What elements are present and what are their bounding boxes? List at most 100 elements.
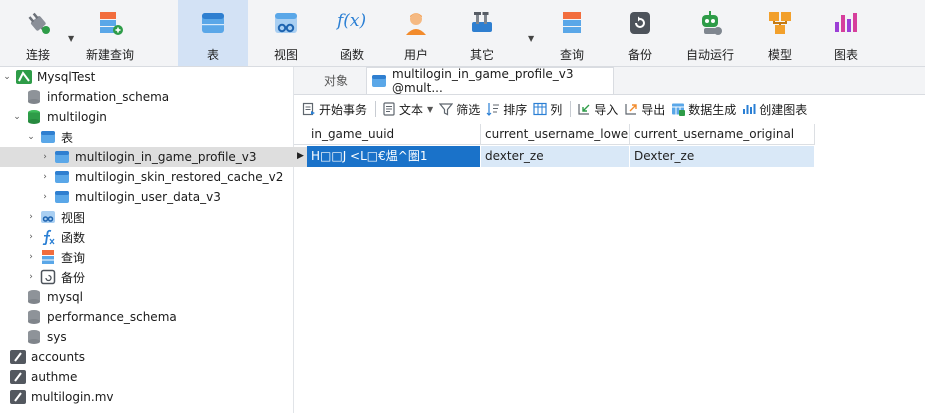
tree-db-performance-schema[interactable]: performance_schema xyxy=(0,307,305,327)
connect-dropdown-caret[interactable]: ▼ xyxy=(68,34,74,43)
chevron-right-icon[interactable]: › xyxy=(26,212,36,222)
connect-button[interactable]: 连接 xyxy=(6,0,70,66)
tree-group-functions[interactable]: › 函数 xyxy=(0,227,319,247)
column-header-in-game-uuid[interactable]: in_game_uuid xyxy=(307,124,481,145)
database-icon xyxy=(26,309,42,325)
sort-button[interactable]: 排序 xyxy=(486,101,527,118)
connection-label: MysqlTest xyxy=(37,70,96,84)
database-icon xyxy=(26,89,42,105)
cell-current-username-original[interactable]: Dexter_ze xyxy=(630,146,815,167)
chevron-right-icon[interactable]: › xyxy=(26,252,36,262)
backup-icon xyxy=(40,269,56,285)
user-icon xyxy=(401,8,431,38)
text-icon xyxy=(382,102,396,116)
tab-objects[interactable]: 对象 xyxy=(306,67,366,94)
tree-table-in-game-profile[interactable]: › multilogin_in_game_profile_v3 xyxy=(0,147,333,167)
chevron-down-icon[interactable]: ⌄ xyxy=(26,132,36,142)
chevron-right-icon[interactable]: › xyxy=(26,232,36,242)
table-icon xyxy=(54,149,70,165)
tree-group-tables[interactable]: ⌄ 表 xyxy=(0,127,319,147)
chevron-down-icon[interactable]: ⌄ xyxy=(2,72,12,82)
sort-icon xyxy=(486,102,500,116)
table-icon xyxy=(371,73,387,89)
toolbar-divider xyxy=(375,101,377,117)
chevron-down-icon: ▼ xyxy=(427,104,434,114)
cell-current-username-lower[interactable]: dexter_ze xyxy=(481,146,630,167)
tree-group-backups[interactable]: › 备份 xyxy=(0,267,319,287)
import-icon xyxy=(577,102,591,116)
other-dropdown-caret[interactable]: ▼ xyxy=(528,34,534,43)
columns-button[interactable]: 列 xyxy=(533,101,562,118)
main-toolbar: 连接 ▼ 新建查询 表 视图 f(x) 函数 用户 其它 ▼ 查询 备份 自动运… xyxy=(0,0,925,67)
tree-connection-multilogin-mv[interactable]: multilogin.mv xyxy=(0,387,293,407)
tree-connection[interactable]: ⌄ MysqlTest xyxy=(0,67,295,87)
import-button[interactable]: 导入 xyxy=(577,101,618,118)
database-active-icon xyxy=(26,109,42,125)
table-group-icon xyxy=(40,129,56,145)
tree-db-information-schema[interactable]: information_schema xyxy=(0,87,305,107)
connection-disconnected-icon xyxy=(10,349,26,365)
tree-table-skin-restored-cache[interactable]: › multilogin_skin_restored_cache_v2 xyxy=(0,167,333,187)
chevron-right-icon[interactable]: › xyxy=(40,192,50,202)
connection-disconnected-icon xyxy=(10,369,26,385)
chevron-right-icon[interactable]: › xyxy=(26,272,36,282)
data-generation-button[interactable]: 数据生成 xyxy=(671,101,736,118)
connection-disconnected-icon xyxy=(10,389,26,405)
chevron-right-icon[interactable]: › xyxy=(40,152,50,162)
current-row-indicator-icon: ▶ xyxy=(297,151,304,161)
grid-header-row: in_game_uuid current_username_lower curr… xyxy=(294,124,815,145)
database-icon xyxy=(26,289,42,305)
begin-transaction-button[interactable]: 开始事务 xyxy=(302,101,367,118)
column-header-current-username-lower[interactable]: current_username_lower xyxy=(481,124,630,145)
cell-in-game-uuid[interactable]: H□□J <L□€煴^圏1 xyxy=(307,146,481,167)
chart-button[interactable]: 图表 xyxy=(814,0,878,66)
tree-db-mysql[interactable]: mysql xyxy=(0,287,305,307)
navigation-tree: ⌄ MysqlTest information_schema ⌄ multilo… xyxy=(0,67,333,413)
table-icon xyxy=(198,8,228,38)
chart-icon xyxy=(742,102,756,116)
tree-group-views[interactable]: › 视图 xyxy=(0,207,319,227)
new-query-button[interactable]: 新建查询 xyxy=(78,0,142,66)
table-icon xyxy=(54,169,70,185)
text-view-button[interactable]: 文本 ▼ xyxy=(382,101,433,118)
query-button[interactable]: 查询 xyxy=(540,0,604,66)
model-icon xyxy=(765,8,795,38)
backup-button[interactable]: 备份 xyxy=(608,0,672,66)
user-button[interactable]: 用户 xyxy=(384,0,448,66)
chevron-down-icon[interactable]: ⌄ xyxy=(12,112,22,122)
table-row[interactable]: ▶ H□□J <L□€煴^圏1 dexter_ze Dexter_ze xyxy=(294,146,815,167)
transaction-icon xyxy=(302,102,316,116)
filter-button[interactable]: 筛选 xyxy=(438,101,480,118)
data-generation-icon xyxy=(671,102,686,116)
toolbar-divider xyxy=(570,101,572,117)
tree-table-user-data[interactable]: › multilogin_user_data_v3 xyxy=(0,187,333,207)
new-query-icon xyxy=(95,8,125,38)
tree-db-multilogin[interactable]: ⌄ multilogin xyxy=(0,107,305,127)
automation-button[interactable]: 自动运行 xyxy=(674,0,746,66)
backup-icon xyxy=(625,8,655,38)
chevron-right-icon[interactable]: › xyxy=(40,172,50,182)
model-button[interactable]: 模型 xyxy=(748,0,812,66)
export-button[interactable]: 导出 xyxy=(624,101,665,118)
chart-icon xyxy=(831,8,861,38)
columns-icon xyxy=(533,102,547,116)
column-header-current-username-original[interactable]: current_username_original xyxy=(630,124,815,145)
filter-icon xyxy=(438,102,454,116)
tab-bar: 对象 multilogin_in_game_profile_v3 @mult..… xyxy=(294,67,925,95)
function-button[interactable]: f(x) 函数 xyxy=(320,0,384,66)
tree-group-queries[interactable]: › 查询 xyxy=(0,247,319,267)
function-icon: f(x) xyxy=(337,11,367,31)
other-button[interactable]: 其它 xyxy=(450,0,514,66)
tree-db-sys[interactable]: sys xyxy=(0,327,305,347)
tree-connection-accounts[interactable]: accounts xyxy=(0,347,293,367)
view-button[interactable]: 视图 xyxy=(254,0,318,66)
robot-icon xyxy=(695,8,725,38)
tools-icon xyxy=(467,8,497,38)
tab-table-data[interactable]: multilogin_in_game_profile_v3 @mult... xyxy=(366,67,614,95)
data-toolbar: 开始事务 文本 ▼ 筛选 排序 列 导入 导出 数据生成 创建图表 xyxy=(294,95,925,123)
query-icon xyxy=(557,8,587,38)
table-button[interactable]: 表 xyxy=(178,0,248,66)
table-icon xyxy=(54,189,70,205)
tree-connection-authme[interactable]: authme xyxy=(0,367,293,387)
create-chart-button[interactable]: 创建图表 xyxy=(742,101,807,118)
